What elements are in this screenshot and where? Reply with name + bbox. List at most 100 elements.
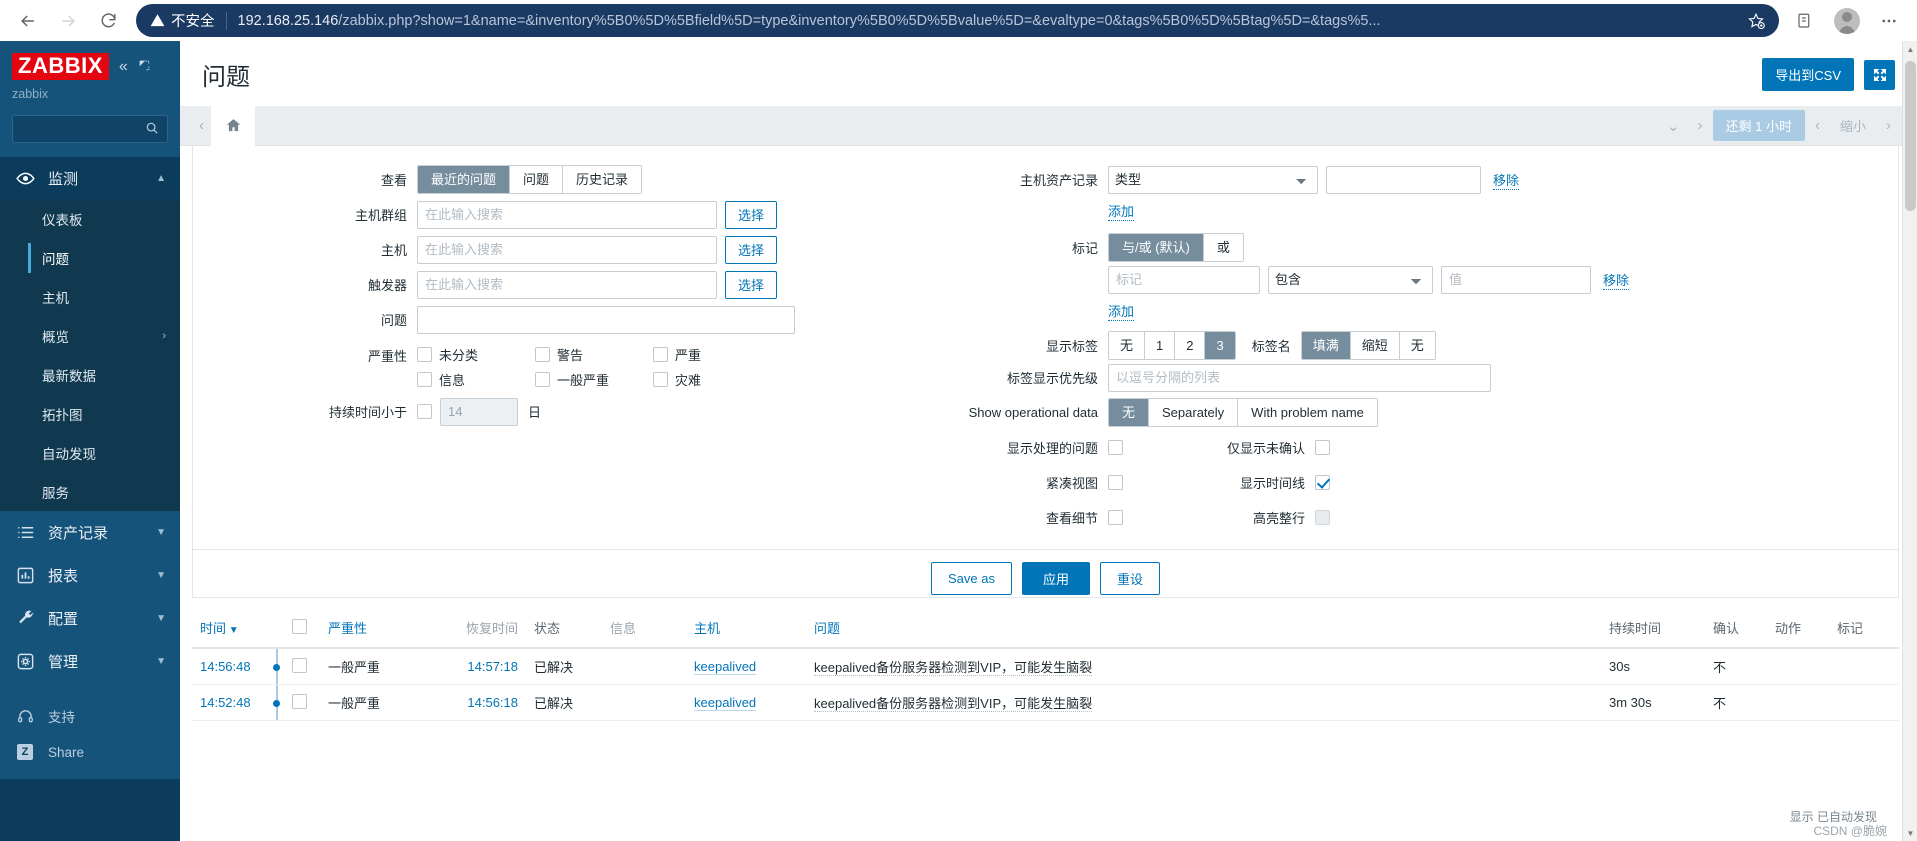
col-severity[interactable]: 严重性 [320, 612, 440, 649]
sidebar-item-latest-data[interactable]: 最新数据 [0, 356, 180, 396]
operational-data-option-with-name[interactable]: With problem name [1237, 399, 1377, 426]
problem-input[interactable] [417, 305, 795, 334]
tag-name-input[interactable] [1108, 265, 1260, 294]
zoom-out-next-icon[interactable]: › [1878, 117, 1899, 134]
col-host[interactable]: 主机 [686, 612, 806, 649]
forward-button[interactable] [48, 4, 88, 38]
show-tags-option-1[interactable]: 1 [1144, 332, 1175, 359]
severity-average-checkbox[interactable] [535, 372, 550, 387]
scroll-down-arrow-icon[interactable]: ▼ [1903, 825, 1917, 841]
sidebar-item-services[interactable]: 服务 [0, 473, 180, 512]
sidebar-item-discovery[interactable]: 自动发现 [0, 434, 180, 474]
severity-disaster-checkbox[interactable] [653, 372, 668, 387]
cell-select[interactable] [284, 648, 320, 685]
zoom-out-prev-icon[interactable]: ‹ [1807, 117, 1828, 134]
cell-time[interactable]: 14:56:48 [192, 648, 270, 685]
severity-warning[interactable]: 警告 [535, 345, 653, 364]
tag-priority-input[interactable] [1108, 363, 1491, 392]
sidebar-item-share[interactable]: Z Share [0, 735, 180, 769]
search-input[interactable] [21, 121, 141, 137]
inventory-field-select[interactable]: 类型 [1108, 165, 1318, 194]
cell-ack[interactable]: 不 [1705, 648, 1767, 685]
host-link[interactable]: keepalived [694, 659, 757, 675]
cell-host[interactable]: keepalived [686, 684, 806, 721]
tag-add-link[interactable]: 添加 [1108, 301, 1135, 321]
host-link[interactable]: keepalived [694, 695, 757, 711]
host-input[interactable] [417, 235, 717, 264]
show-tags-option-none[interactable]: 无 [1109, 332, 1145, 359]
view-option-history[interactable]: 历史记录 [562, 166, 642, 193]
trigger-select-button[interactable]: 选择 [725, 270, 778, 299]
host-group-select-button[interactable]: 选择 [725, 200, 778, 229]
cell-recovery-time[interactable]: 14:56:18 [440, 684, 526, 721]
cell-recovery-time[interactable]: 14:57:18 [440, 648, 526, 685]
bookmark-star-icon[interactable] [1747, 12, 1765, 30]
col-problem[interactable]: 问题 [806, 612, 1601, 649]
select-all-checkbox[interactable] [292, 618, 307, 634]
age-value-input[interactable] [440, 397, 518, 426]
inventory-value-input[interactable] [1326, 165, 1481, 194]
reset-button[interactable]: 重设 [1099, 562, 1160, 595]
show-tags-option-3[interactable]: 3 [1204, 332, 1235, 359]
inventory-add-link[interactable]: 添加 [1108, 201, 1135, 221]
unack-only-checkbox[interactable] [1315, 440, 1330, 455]
collections-button[interactable] [1785, 4, 1825, 38]
severity-not-classified[interactable]: 未分类 [417, 345, 535, 364]
page-scrollbar[interactable]: ▲ ▼ [1902, 41, 1917, 841]
compact-view-checkbox[interactable] [1108, 475, 1123, 490]
table-row[interactable]: 14:52:48 一般严重 14:56:18 已解决 keepalived ke… [192, 684, 1899, 721]
sidebar-group-reports[interactable]: 报表 ▼ [0, 554, 180, 598]
tab-scroll-left-icon[interactable]: ‹ [192, 117, 211, 134]
sidebar-search[interactable] [12, 115, 168, 144]
severity-information-checkbox[interactable] [417, 372, 432, 387]
tag-operator-select[interactable]: 包含 [1268, 265, 1433, 294]
scroll-up-arrow-icon[interactable]: ▲ [1903, 41, 1917, 57]
col-select-all[interactable] [284, 612, 320, 649]
zoom-out-button[interactable]: 缩小 [1830, 116, 1876, 135]
view-option-recent[interactable]: 最近的问题 [418, 166, 510, 193]
operational-data-option-separately[interactable]: Separately [1148, 399, 1238, 426]
sidebar-group-inventory[interactable]: 资产记录 ▼ [0, 511, 180, 555]
sidebar-item-dashboard[interactable]: 仪表板 [0, 200, 180, 240]
cell-host[interactable]: keepalived [686, 648, 806, 685]
problem-link[interactable]: keepalived备份服务器检测到VIP，可能发生脑裂 [814, 696, 1093, 712]
export-csv-button[interactable]: 导出到CSV [1762, 58, 1854, 91]
sidebar-group-configuration[interactable]: 配置 ▼ [0, 597, 180, 641]
recovery-time-link[interactable]: 14:56:18 [467, 695, 518, 710]
operational-data-option-none[interactable]: 无 [1109, 399, 1149, 426]
apply-button[interactable]: 应用 [1021, 562, 1090, 595]
tag-value-input[interactable] [1441, 265, 1591, 294]
highlight-row-checkbox[interactable] [1315, 510, 1330, 525]
host-group-input[interactable] [417, 200, 717, 229]
address-bar[interactable]: 不安全 192.168.25.146/zabbix.php?show=1&nam… [136, 4, 1779, 37]
sidebar-item-overview[interactable]: 概览 › [0, 317, 180, 357]
tag-name-option-full[interactable]: 填满 [1301, 332, 1350, 359]
sidebar-item-hosts[interactable]: 主机 [0, 278, 180, 318]
show-timeline-checkbox[interactable] [1315, 475, 1330, 490]
severity-information[interactable]: 信息 [417, 370, 535, 389]
ack-value[interactable]: 不 [1713, 660, 1726, 675]
show-details-checkbox[interactable] [1108, 510, 1123, 525]
table-row[interactable]: 14:56:48 一般严重 14:57:18 已解决 keepalived ke… [192, 648, 1899, 685]
tag-remove-link[interactable]: 移除 [1603, 270, 1630, 290]
time-link[interactable]: 14:56:48 [200, 659, 251, 674]
cell-time[interactable]: 14:52:48 [192, 684, 270, 721]
sidebar-pin-icon[interactable] [138, 59, 151, 74]
cell-ack[interactable]: 不 [1705, 684, 1767, 721]
sidebar-item-maps[interactable]: 拓扑图 [0, 395, 180, 435]
inventory-remove-link[interactable]: 移除 [1493, 170, 1520, 190]
tab-home[interactable] [211, 105, 255, 146]
profile-button[interactable] [1827, 4, 1867, 38]
problem-link[interactable]: keepalived备份服务器检测到VIP，可能发生脑裂 [814, 660, 1093, 676]
col-time[interactable]: 时间 ▼ [192, 612, 270, 649]
ack-value[interactable]: 不 [1713, 696, 1726, 711]
more-options-button[interactable] [1869, 4, 1909, 38]
sidebar-item-support[interactable]: 支持 [0, 697, 180, 735]
scrollbar-thumb[interactable] [1905, 61, 1916, 211]
tag-name-option-shortened[interactable]: 缩短 [1349, 332, 1399, 359]
back-button[interactable] [8, 4, 48, 38]
cell-problem[interactable]: keepalived备份服务器检测到VIP，可能发生脑裂 [806, 648, 1601, 685]
severity-not-classified-checkbox[interactable] [417, 347, 432, 362]
tag-name-option-none[interactable]: 无 [1398, 332, 1435, 359]
sidebar-item-problems[interactable]: 问题 [0, 239, 180, 279]
